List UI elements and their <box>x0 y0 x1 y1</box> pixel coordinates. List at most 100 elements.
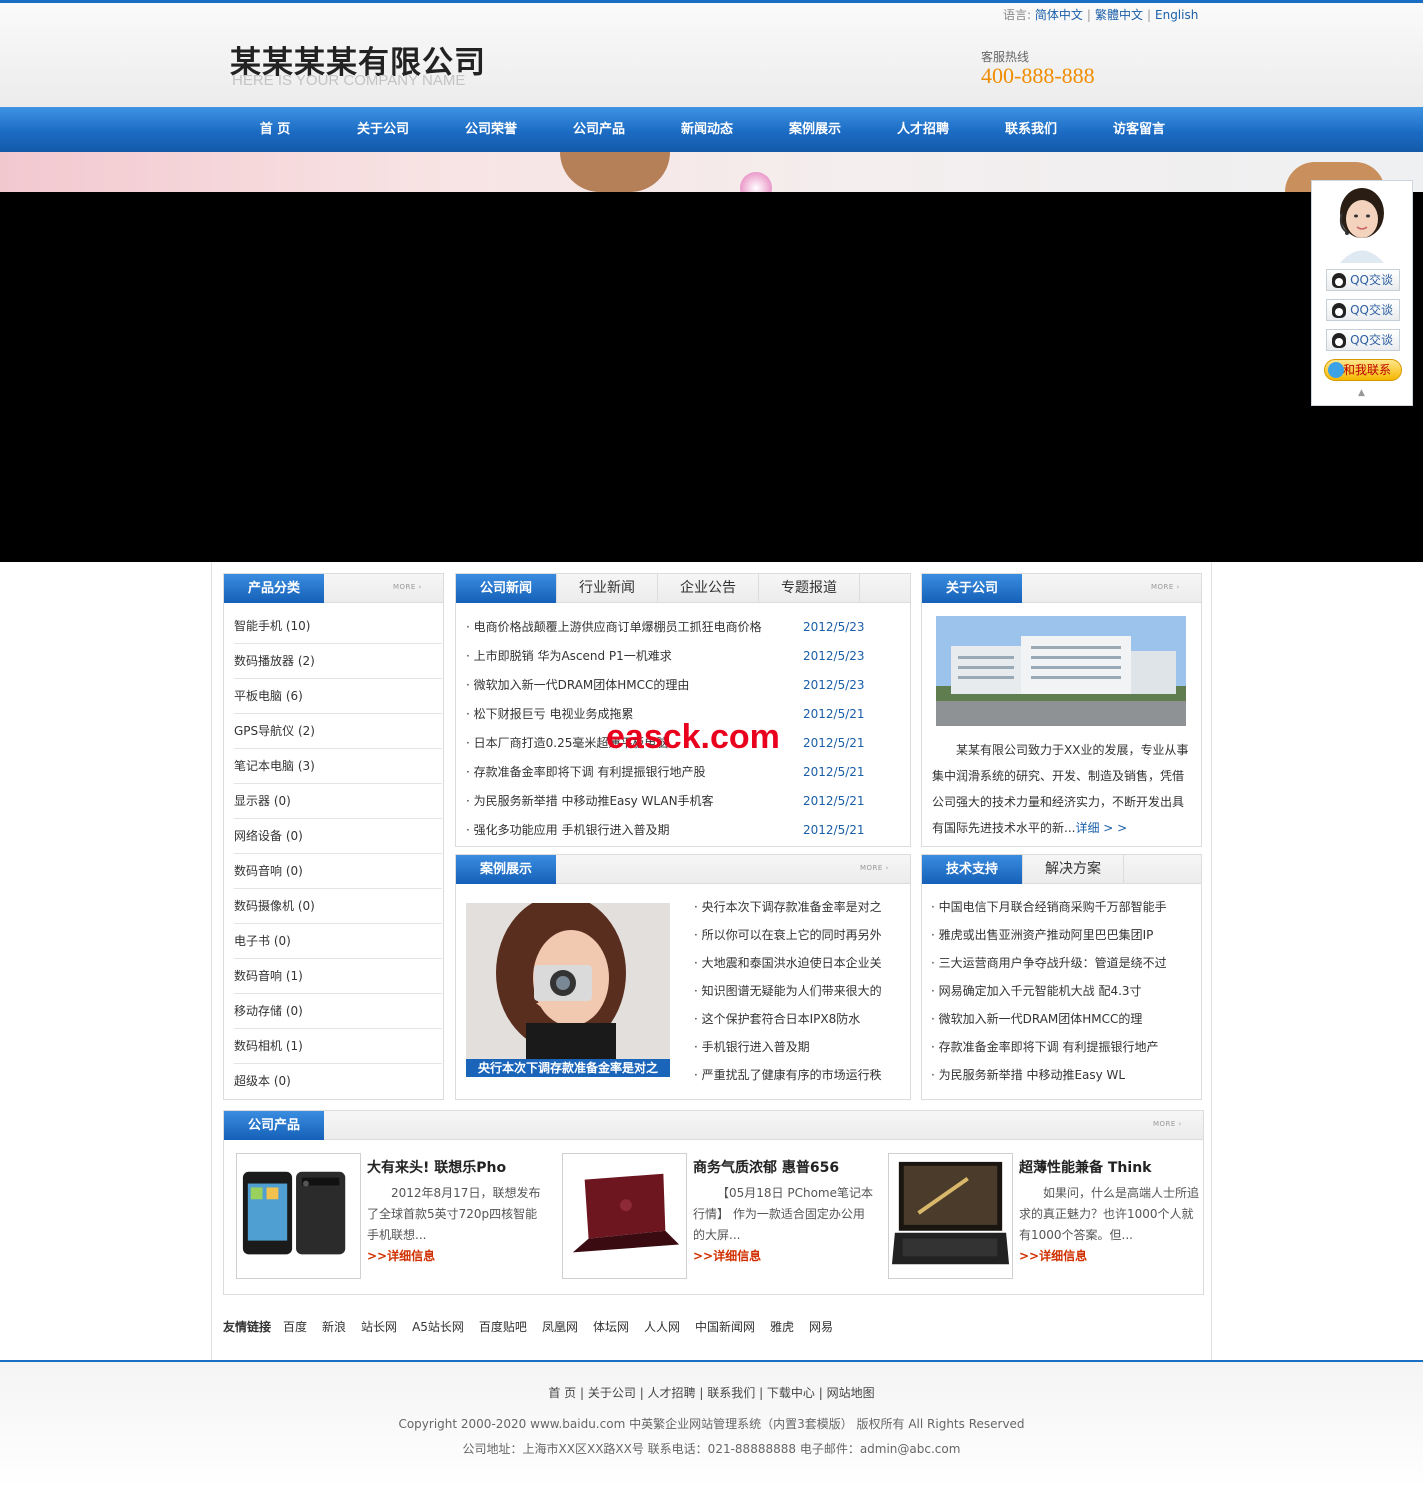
tech-item[interactable]: · 为民服务新举措 中移动推Easy WL <box>931 1066 1191 1083</box>
nav-guestbook[interactable]: 访客留言 <box>1085 107 1193 152</box>
category-item[interactable]: GPS导航仪 (2) <box>234 714 442 749</box>
nav-cases[interactable]: 案例展示 <box>761 107 869 152</box>
product-title[interactable]: 大有来头! 联想乐Pho <box>367 1157 506 1177</box>
tech-item[interactable]: · 三大运营商用户争夺战升级：管道是绕不过 <box>931 954 1191 971</box>
product-image-laptop-black[interactable] <box>888 1153 1013 1279</box>
tab-announcements[interactable]: 企业公告 <box>658 574 759 603</box>
category-item[interactable]: 数码摄像机 (0) <box>234 889 442 924</box>
category-item[interactable]: 数码音响 (0) <box>234 854 442 889</box>
tech-item[interactable]: · 微软加入新一代DRAM团体HMCC的理 <box>931 1010 1191 1027</box>
friend-link[interactable]: A5站长网 <box>412 1320 464 1334</box>
friend-link[interactable]: 网易 <box>809 1320 833 1334</box>
category-item[interactable]: 电子书 (0) <box>234 924 442 959</box>
case-item[interactable]: · 央行本次下调存款准备金率是对之 <box>694 898 894 915</box>
friend-link[interactable]: 人人网 <box>644 1320 680 1334</box>
footer-link[interactable]: 网站地图 <box>827 1386 875 1400</box>
category-item[interactable]: 数码相机 (1) <box>234 1029 442 1064</box>
product-detail-link[interactable]: >>详细信息 <box>1019 1247 1087 1264</box>
case-item[interactable]: · 大地震和泰国洪水迫使日本企业关 <box>694 954 894 971</box>
news-row[interactable]: · 微软加入新一代DRAM团体HMCC的理由 2012/5/23 <box>466 671 886 700</box>
nav-contact[interactable]: 联系我们 <box>977 107 1085 152</box>
copyright-text: Copyright 2000-2020 www.baidu.com 中英繁企业网… <box>398 1417 1025 1431</box>
news-row[interactable]: · 为民服务新举措 中移动推Easy WLAN手机客 2012/5/21 <box>466 787 886 816</box>
lang-english[interactable]: English <box>1155 8 1198 22</box>
case-item[interactable]: · 这个保护套符合日本IPX8防水 <box>694 1010 894 1027</box>
friend-link[interactable]: 新浪 <box>322 1320 346 1334</box>
nav-news[interactable]: 新闻动态 <box>653 107 761 152</box>
more-link[interactable]: MORE › <box>860 864 889 872</box>
case-item[interactable]: · 所以你可以在衰上它的同时再另外 <box>694 926 894 943</box>
tech-item[interactable]: · 网易确定加入千元智能机大战 配4.3寸 <box>931 982 1191 999</box>
product-card[interactable]: 大有来头! 联想乐Pho 2012年8月17日，联想发布了全球首款5英寸720p… <box>236 1153 551 1279</box>
case-item[interactable]: · 严重扰乱了健康有序的市场运行秩 <box>694 1066 894 1083</box>
nav-about[interactable]: 关于公司 <box>329 107 437 152</box>
tab-company-news[interactable]: 公司新闻 <box>456 574 557 603</box>
product-title[interactable]: 商务气质浓郁 惠普656 <box>693 1157 839 1177</box>
cases-box: 案例展示 MORE › 央行本次下调存款准备金率是对之 · 央行本次下调存款准备… <box>455 854 911 1100</box>
category-item[interactable]: 显示器 (0) <box>234 784 442 819</box>
tab-special-reports[interactable]: 专题报道 <box>759 574 860 603</box>
product-card[interactable]: 超薄性能兼备 Think 如果问，什么是高端人士所追求的真正魅力？也许1000个… <box>888 1153 1203 1279</box>
nav-honors[interactable]: 公司荣誉 <box>437 107 545 152</box>
case-item[interactable]: · 手机银行进入普及期 <box>694 1038 894 1055</box>
more-link[interactable]: MORE › <box>393 583 422 591</box>
product-image-laptop-red[interactable] <box>562 1153 687 1279</box>
product-image-phone[interactable] <box>236 1153 361 1279</box>
case-item[interactable]: · 知识图谱无疑能为人们带来很大的 <box>694 982 894 999</box>
nav-products[interactable]: 公司产品 <box>545 107 653 152</box>
more-link[interactable]: MORE › <box>1153 1120 1182 1128</box>
category-item[interactable]: 数码音响 (1) <box>234 959 442 994</box>
lang-simplified[interactable]: 简体中文 <box>1035 8 1083 22</box>
product-detail-link[interactable]: >>详细信息 <box>693 1247 761 1264</box>
qq-chat-button[interactable]: QQ交谈 <box>1326 329 1400 351</box>
friend-link[interactable]: 凤凰网 <box>542 1320 578 1334</box>
news-row[interactable]: · 上市即脱销 华为Ascend P1一机难求 2012/5/23 <box>466 642 886 671</box>
tech-item[interactable]: · 中国电信下月联合经销商采购千万部智能手 <box>931 898 1191 915</box>
friend-link[interactable]: 中国新闻网 <box>695 1320 755 1334</box>
friend-link[interactable]: 雅虎 <box>770 1320 794 1334</box>
friend-link[interactable]: 百度 <box>283 1320 307 1334</box>
about-box: 关于公司 MORE › 某某有限公司致力于XX业的发展，专业从事集中润滑系统的研… <box>921 573 1202 847</box>
more-link[interactable]: MORE › <box>1151 583 1180 591</box>
category-item[interactable]: 数码播放器 (2) <box>234 644 442 679</box>
collapse-arrow-icon[interactable]: ▲ <box>1358 388 1365 398</box>
tech-item[interactable]: · 存款准备金率即将下调 有利提振银行地产 <box>931 1038 1191 1055</box>
product-detail-link[interactable]: >>详细信息 <box>367 1247 435 1264</box>
footer-link[interactable]: 关于公司 <box>588 1386 636 1400</box>
product-card[interactable]: 商务气质浓郁 惠普656 【05月18日 PChome笔记本行情】 作为一款适合… <box>562 1153 877 1279</box>
product-title[interactable]: 超薄性能兼备 Think <box>1019 1157 1151 1177</box>
news-date: 2012/5/21 <box>803 765 865 779</box>
category-item[interactable]: 智能手机 (10) <box>234 609 442 644</box>
footer-link[interactable]: 联系我们 <box>707 1386 755 1400</box>
news-row[interactable]: · 强化多功能应用 手机银行进入普及期 2012/5/21 <box>466 816 886 845</box>
news-row[interactable]: · 存款准备金率即将下调 有利提振银行地产股 2012/5/21 <box>466 758 886 787</box>
tab-tech-support[interactable]: 技术支持 <box>922 855 1023 884</box>
news-row[interactable]: · 电商价格战颠覆上游供应商订单爆棚员工抓狂电商价格 2012/5/23 <box>466 613 886 642</box>
footer-link[interactable]: 首 页 <box>548 1386 576 1400</box>
category-item[interactable]: 平板电脑 (6) <box>234 679 442 714</box>
category-item[interactable]: 网络设备 (0) <box>234 819 442 854</box>
news-title: · 为民服务新举措 中移动推Easy WLAN手机客 <box>466 794 714 808</box>
contact-me-button[interactable]: 和我联系 <box>1324 359 1402 381</box>
friend-link[interactable]: 站长网 <box>361 1320 397 1334</box>
footer-link[interactable]: 人才招聘 <box>648 1386 696 1400</box>
news-date: 2012/5/21 <box>803 736 865 750</box>
nav-jobs[interactable]: 人才招聘 <box>869 107 977 152</box>
category-item[interactable]: 超级本 (0) <box>234 1064 442 1099</box>
lang-traditional[interactable]: 繁體中文 <box>1095 8 1143 22</box>
category-item[interactable]: 移动存储 (0) <box>234 994 442 1029</box>
tech-item[interactable]: · 雅虎或出售亚洲资产推动阿里巴巴集团IP <box>931 926 1191 943</box>
detail-link[interactable]: 详细 > > <box>1075 821 1127 835</box>
footer-link[interactable]: 下载中心 <box>767 1386 815 1400</box>
qq-chat-button[interactable]: QQ交谈 <box>1326 269 1400 291</box>
category-item[interactable]: 笔记本电脑 (3) <box>234 749 442 784</box>
tab-industry-news[interactable]: 行业新闻 <box>557 574 658 603</box>
friend-link[interactable]: 百度贴吧 <box>479 1320 527 1334</box>
hero-slider[interactable] <box>0 192 1423 740</box>
category-box: 产品分类 MORE › 智能手机 (10) 数码播放器 (2) 平板电脑 (6)… <box>223 573 444 1100</box>
nav-home[interactable]: 首 页 <box>221 107 329 152</box>
qq-chat-button[interactable]: QQ交谈 <box>1326 299 1400 321</box>
tab-solutions[interactable]: 解决方案 <box>1023 855 1124 884</box>
case-photo[interactable] <box>466 903 670 1077</box>
friend-link[interactable]: 体坛网 <box>593 1320 629 1334</box>
